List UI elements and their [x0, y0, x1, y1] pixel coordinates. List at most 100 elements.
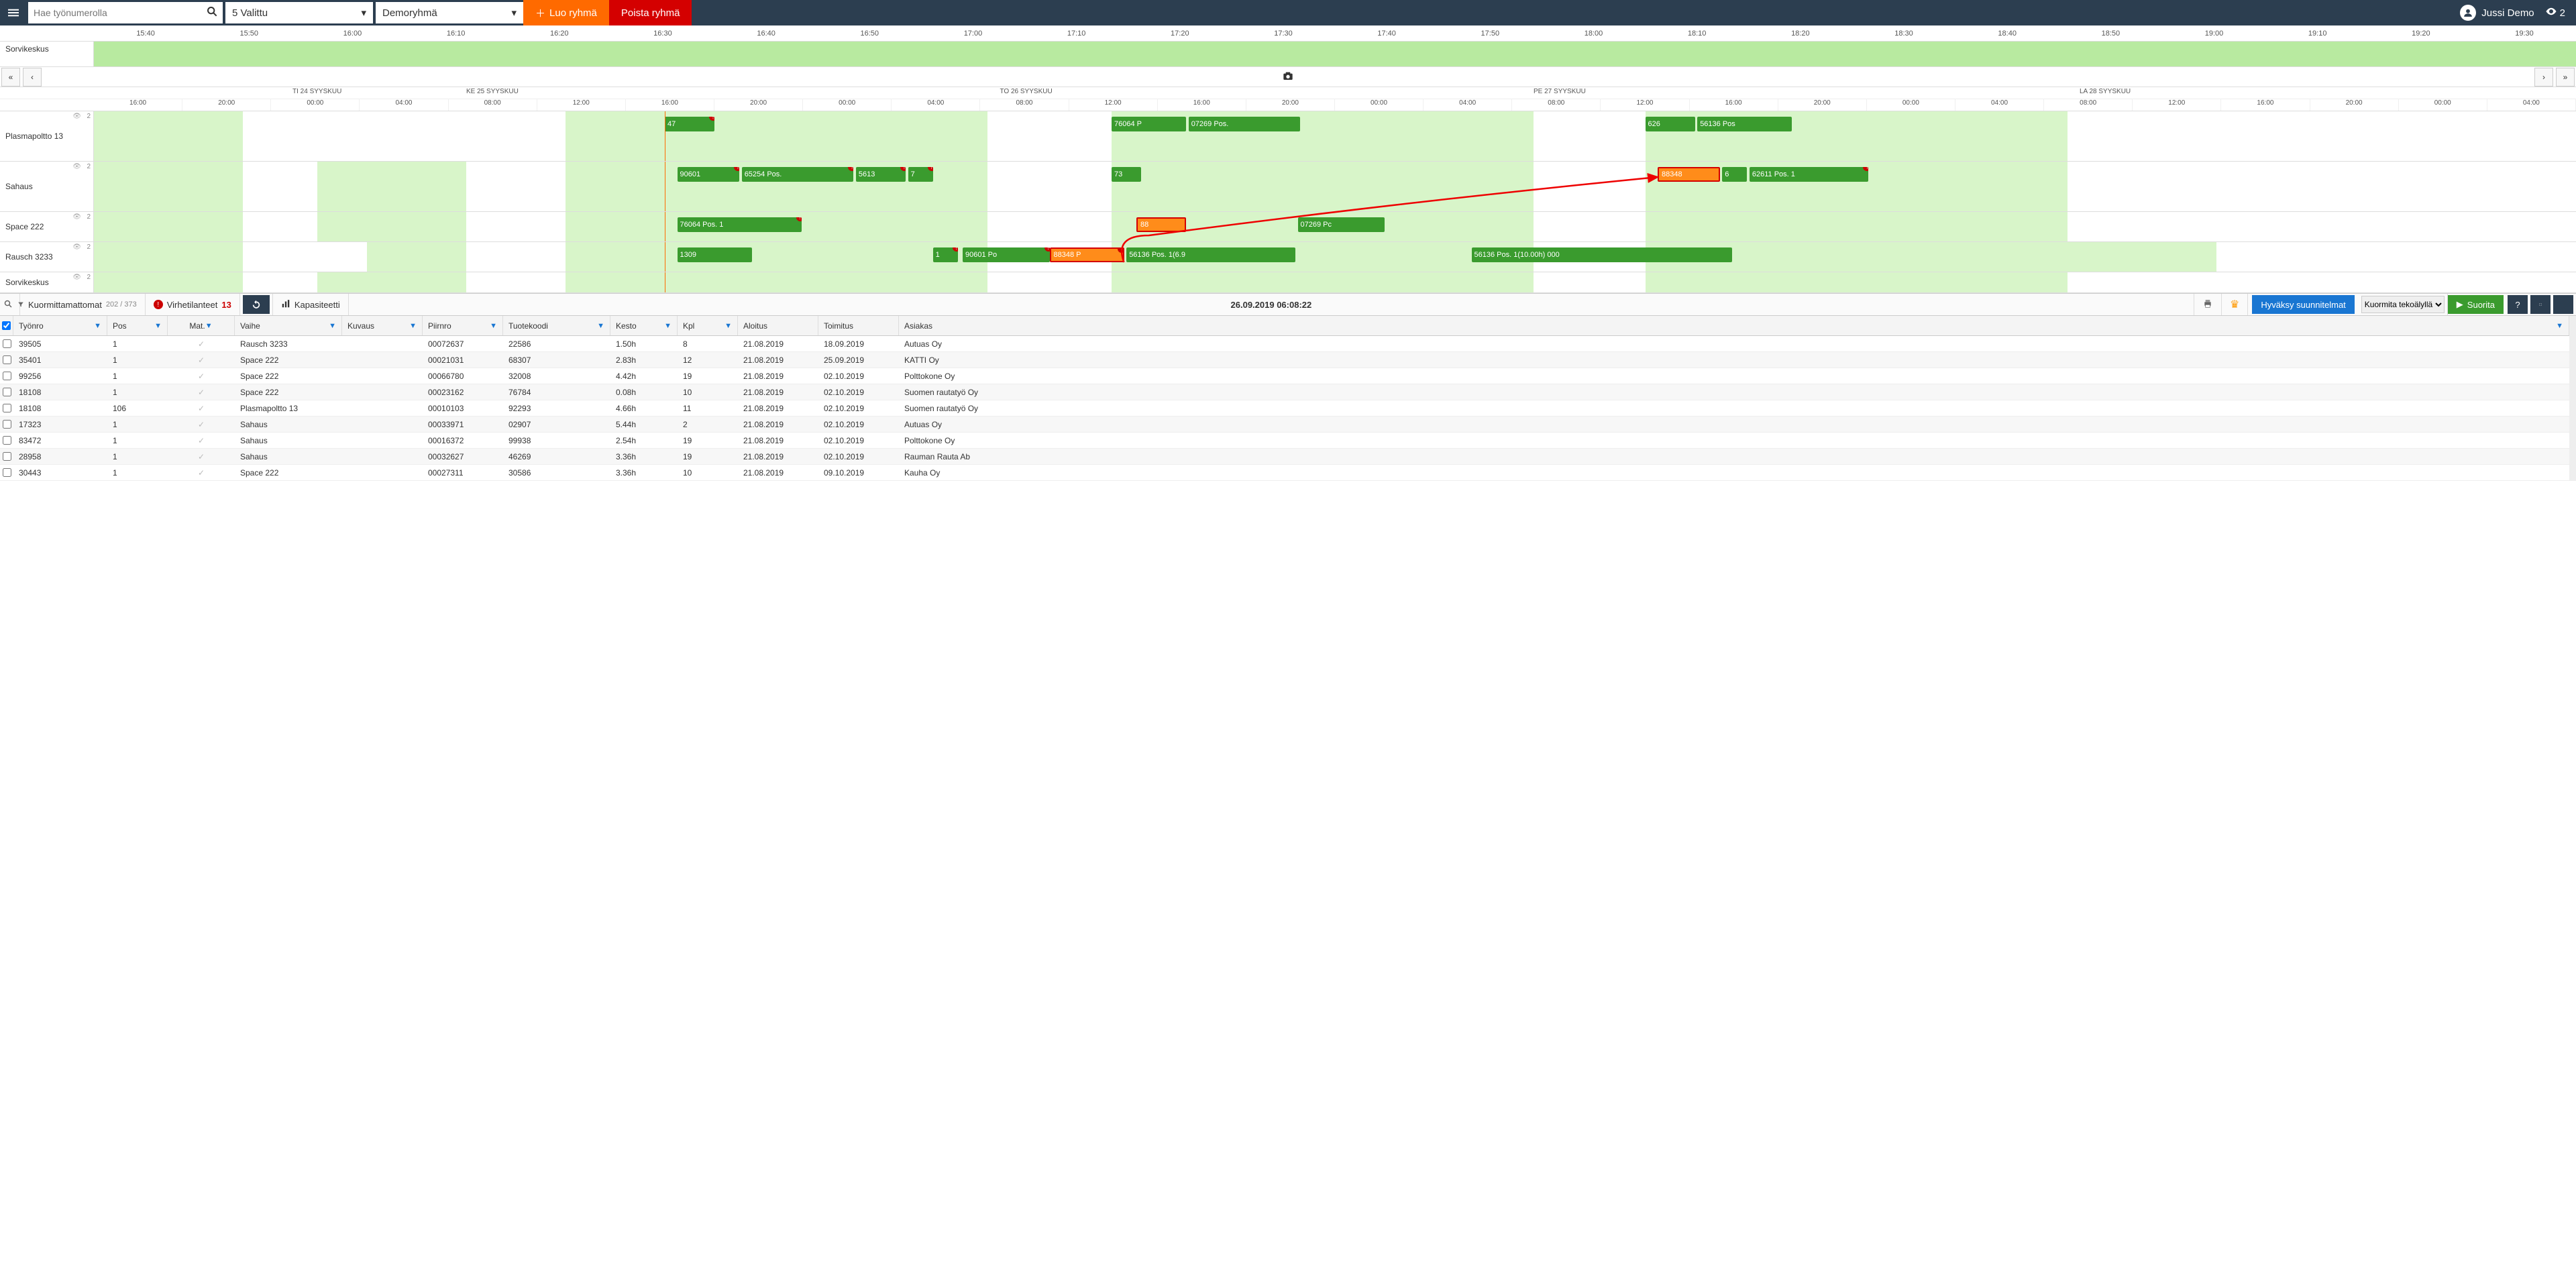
col-asiakas[interactable]: Asiakas [904, 321, 932, 331]
table-row[interactable]: 395051✓Rausch 323300072637225861.50h821.… [0, 336, 2569, 352]
gantt-task[interactable]: 88348 [1658, 167, 1720, 182]
filter-icon[interactable]: ▼ [409, 322, 417, 330]
capacity-tab[interactable]: Kapasiteetti [273, 294, 349, 315]
table-row[interactable]: 289581✓Sahaus00032627462693.36h1921.08.2… [0, 449, 2569, 465]
menu-button[interactable] [0, 0, 27, 25]
run-button[interactable]: ▶ Suorita [2448, 295, 2504, 314]
filter-icon[interactable]: ▼ [154, 322, 162, 330]
table-row[interactable]: 992561✓Space 22200066780320084.42h1921.0… [0, 368, 2569, 384]
table-row[interactable]: 834721✓Sahaus00016372999382.54h1921.08.2… [0, 433, 2569, 449]
search-icon[interactable] [207, 6, 217, 20]
row-visibility-icon[interactable]: 👁 [72, 163, 81, 170]
filter-icon[interactable]: ▼ [597, 322, 604, 330]
gantt-task[interactable]: 56136 Pos. 1(6.9 [1126, 247, 1295, 262]
camera-icon[interactable] [1283, 71, 1293, 82]
filter-icon[interactable]: ▼ [490, 322, 497, 330]
col-kesto[interactable]: Kesto [616, 321, 637, 331]
gantt-row-label[interactable]: Space 222👁2 [0, 212, 94, 241]
nav-next-button[interactable]: › [2534, 68, 2553, 87]
gantt-row-track[interactable] [94, 272, 2576, 292]
fullscreen-button[interactable] [2530, 295, 2551, 314]
table-row[interactable]: 181081✓Space 22200023162767840.08h1021.0… [0, 384, 2569, 400]
user-area[interactable]: Jussi Demo [2449, 5, 2544, 21]
filter-icon[interactable]: ▼ [205, 322, 213, 330]
approve-button[interactable]: Hyväksy suunnitelmat [2252, 295, 2354, 314]
gantt-task[interactable]: 90601 Po! [963, 247, 1050, 262]
gantt-task[interactable]: 1309 [678, 247, 752, 262]
gantt-task[interactable]: 76064 P [1112, 117, 1186, 131]
gantt-task[interactable]: 88348 P! [1050, 247, 1124, 262]
table-row[interactable]: 18108106✓Plasmapoltto 1300010103922934.6… [0, 400, 2569, 416]
gantt-task[interactable]: 73 [1112, 167, 1141, 182]
select-count[interactable]: 5 Valittu ▾ [225, 2, 373, 23]
ai-select[interactable]: Kuormita tekoälyllä [2361, 296, 2445, 313]
gantt-task[interactable]: 5613! [856, 167, 906, 182]
filter-icon[interactable]: ▼ [329, 322, 336, 330]
gantt-row-track[interactable]: 47! 76064 P07269 Pos. 62656136 Pos [94, 111, 2576, 161]
row-visibility-icon[interactable]: 👁 [72, 243, 81, 251]
gantt-task[interactable]: 76064 Pos. 1! [678, 217, 802, 232]
gantt-row-track[interactable]: 76064 Pos. 1! 88 07269 Pc [94, 212, 2576, 241]
gantt-task[interactable]: 90601! [678, 167, 740, 182]
gantt-row-label[interactable]: Sorvikeskus👁2 [0, 272, 94, 292]
gantt-task[interactable]: 07269 Pc [1298, 217, 1385, 232]
nav-last-button[interactable]: » [2556, 68, 2575, 87]
delete-group-button[interactable]: Poista ryhmä [609, 0, 692, 25]
row-checkbox[interactable] [3, 420, 11, 429]
gantt-task[interactable]: 626 [1646, 117, 1695, 131]
col-toimitus[interactable]: Toimitus [824, 321, 853, 331]
row-visibility-icon[interactable]: 👁 [72, 274, 81, 281]
col-kuvaus[interactable]: Kuvaus [347, 321, 374, 331]
col-tyonro[interactable]: Työnro [19, 321, 44, 331]
help-button[interactable]: ? [2508, 295, 2528, 314]
row-checkbox[interactable] [3, 468, 11, 477]
gantt-row-label[interactable]: Plasmapoltto 13👁2 [0, 111, 94, 161]
gantt-row-label[interactable]: Rausch 3233👁2 [0, 242, 94, 272]
col-tuotekoodi[interactable]: Tuotekoodi [508, 321, 548, 331]
nav-prev-button[interactable]: ‹ [23, 68, 42, 87]
filter-icon[interactable]: ▼ [664, 322, 672, 330]
row-checkbox[interactable] [3, 404, 11, 412]
filter-icon[interactable]: ▼ [2556, 322, 2563, 330]
col-piirnro[interactable]: Piirnro [428, 321, 451, 331]
select-all-checkbox[interactable] [2, 321, 11, 330]
gantt-task[interactable]: 88 [1136, 217, 1186, 232]
col-kpl[interactable]: Kpl [683, 321, 694, 331]
gantt-task[interactable]: 56136 Pos [1697, 117, 1792, 131]
scrollbar[interactable] [2569, 316, 2576, 481]
gantt-task[interactable]: 65254 Pos.! [742, 167, 854, 182]
nav-first-button[interactable]: « [1, 68, 20, 87]
gantt-task[interactable]: 7! [908, 167, 933, 182]
download-button[interactable] [2553, 295, 2573, 314]
gantt-task[interactable]: 07269 Pos. [1189, 117, 1301, 131]
row-checkbox[interactable] [3, 388, 11, 396]
viewer-count[interactable]: 2 [2545, 5, 2576, 20]
col-mat[interactable]: Mat. [189, 321, 205, 331]
search-input[interactable] [34, 7, 207, 18]
gantt-task[interactable]: 62611 Pos. 1! [1750, 167, 1869, 182]
gantt-task[interactable]: 1! [933, 247, 958, 262]
col-vaihe[interactable]: Vaihe [240, 321, 260, 331]
create-group-button[interactable]: ＋ Luo ryhmä [523, 0, 609, 25]
gantt-task[interactable]: 47! [665, 117, 714, 131]
table-row[interactable]: 173231✓Sahaus00033971029075.44h221.08.20… [0, 416, 2569, 433]
gantt-row-label[interactable]: Sahaus👁2 [0, 162, 94, 211]
gantt-task[interactable]: 6 [1722, 167, 1747, 182]
row-visibility-icon[interactable]: 👁 [72, 213, 81, 221]
row-checkbox[interactable] [3, 339, 11, 348]
select-group[interactable]: Demoryhmä ▾ [376, 2, 523, 23]
gantt-row-track[interactable]: 90601!65254 Pos.!5613!7! 73 88348662611 Po… [94, 162, 2576, 211]
filter-icon[interactable]: ▼ [724, 322, 732, 330]
errors-tab[interactable]: ! Virhetilanteet 13 [146, 294, 240, 315]
unassigned-tab[interactable]: Kuormittamattomat 202 / 373 [20, 294, 146, 315]
crown-icon[interactable]: ♛ [2230, 298, 2239, 311]
table-row[interactable]: 354011✓Space 22200021031683072.83h1221.0… [0, 352, 2569, 368]
row-checkbox[interactable] [3, 372, 11, 380]
col-aloitus[interactable]: Aloitus [743, 321, 767, 331]
row-checkbox[interactable] [3, 355, 11, 364]
row-visibility-icon[interactable]: 👁 [72, 113, 81, 120]
gantt-row-track[interactable]: 13091!90601 Po!88348 P!56136 Pos. 1(6.95… [94, 242, 2576, 272]
print-icon[interactable] [2202, 298, 2213, 311]
col-pos[interactable]: Pos [113, 321, 127, 331]
row-checkbox[interactable] [3, 436, 11, 445]
